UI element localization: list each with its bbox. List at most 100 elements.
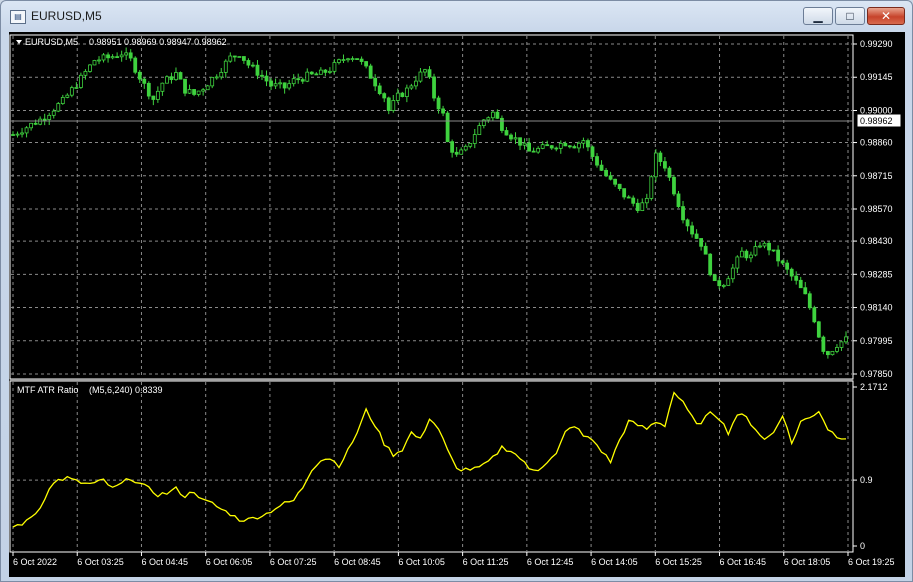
time-tick-label: 6 Oct 16:45: [720, 557, 767, 567]
candle-body: [178, 72, 183, 80]
candle-body: [835, 347, 839, 352]
candle-body: [42, 118, 47, 121]
candle-body: [296, 78, 301, 81]
candle-body: [24, 127, 29, 134]
candle-body: [201, 89, 206, 92]
candle-body: [88, 64, 92, 72]
candle-body: [672, 176, 676, 195]
candle-body: [386, 97, 391, 111]
candle-body: [155, 90, 160, 100]
time-tick-label: 6 Oct 18:05: [784, 557, 831, 567]
candle-body: [355, 58, 359, 61]
candle-body: [119, 54, 124, 58]
candle-body: [509, 134, 513, 140]
candle-body: [160, 82, 165, 92]
candle-body: [549, 145, 554, 149]
candle-body: [287, 83, 292, 89]
candle-body: [414, 80, 418, 87]
current-price-label: 0.98962: [860, 116, 893, 126]
candle-body: [744, 250, 749, 259]
price-tick-label: 0.98285: [860, 269, 893, 279]
candle-body: [522, 142, 527, 146]
time-tick-label: 6 Oct 06:05: [206, 557, 253, 567]
price-tick-label: 0.98860: [860, 138, 893, 148]
main-panel-frame: [9, 34, 854, 380]
candle-body: [622, 188, 627, 198]
candle-body: [644, 197, 649, 204]
candle-body: [839, 341, 844, 348]
time-tick-label: 6 Oct 2022: [13, 557, 57, 567]
candle-body: [305, 71, 310, 82]
candle-body: [663, 161, 667, 169]
candle-body: [328, 70, 332, 73]
candle-body: [373, 77, 378, 87]
candle-body: [472, 134, 477, 144]
candle-body: [169, 76, 174, 81]
grid: [11, 36, 852, 551]
candle-body: [20, 132, 24, 135]
candle-body: [418, 71, 423, 82]
atr-line-layer: [12, 391, 847, 528]
maximize-button[interactable]: □: [835, 7, 865, 25]
candle-body: [255, 64, 260, 76]
candle-body: [151, 95, 156, 100]
candle-body: [241, 56, 246, 61]
candle-body: [617, 183, 622, 190]
candle-body: [459, 149, 464, 155]
candle-body: [604, 169, 608, 177]
chart-window-icon: ▤: [10, 10, 26, 24]
candle-body: [825, 351, 830, 356]
candle-body: [29, 122, 34, 129]
candle-body: [395, 92, 400, 101]
candle-body: [251, 64, 255, 67]
candle-body: [527, 142, 531, 152]
candle-body: [685, 219, 690, 227]
dropdown-triangle-icon[interactable]: [16, 40, 22, 44]
chart-canvas[interactable]: 0.992900.991450.990000.988600.987150.985…: [9, 32, 905, 577]
time-tick-label: 6 Oct 04:45: [141, 557, 188, 567]
candle-body: [210, 76, 215, 87]
candle-body: [359, 58, 364, 62]
candle-body: [377, 85, 382, 95]
candle-body: [807, 293, 812, 309]
candle-body: [780, 260, 785, 264]
candle-body: [536, 147, 541, 153]
candle-body: [595, 156, 599, 166]
maximize-icon: □: [846, 9, 854, 23]
time-tick-label: 6 Oct 08:45: [334, 557, 381, 567]
candle-body: [346, 58, 350, 61]
title-bar[interactable]: ▤ EURUSD,M5 ▁ □ ✕: [1, 1, 912, 31]
candle-body: [33, 122, 38, 125]
candle-body: [278, 82, 283, 85]
candle-body: [518, 137, 522, 146]
close-button[interactable]: ✕: [867, 7, 905, 25]
minimize-button[interactable]: ▁: [803, 7, 833, 25]
candle-body: [635, 202, 640, 211]
symbol-label: EURUSD,M5: [25, 37, 78, 47]
candle-body: [690, 225, 694, 235]
candle-body: [776, 249, 780, 262]
candle-body: [282, 82, 287, 89]
candle-body: [65, 94, 70, 98]
time-tick-label: 6 Oct 14:05: [591, 557, 638, 567]
candle-body: [137, 71, 142, 80]
candle-body: [454, 151, 459, 155]
candle-body: [739, 250, 744, 258]
candle-body: [540, 144, 545, 149]
chart-area[interactable]: 0.99290 0.99145 0.99000 0.98860 0.98715 0.985…: [9, 32, 905, 577]
time-tick-label: 6 Oct 15:25: [655, 557, 702, 567]
candle-body: [382, 93, 387, 99]
candle-body: [608, 175, 613, 180]
candle-body: [368, 65, 373, 79]
window-title: EURUSD,M5: [31, 9, 102, 23]
candle-body: [586, 140, 590, 148]
time-tick-label: 6 Oct 03:25: [77, 557, 124, 567]
candle-body: [92, 60, 97, 66]
candle-body: [699, 238, 704, 247]
price-tick-label: 0.98570: [860, 204, 893, 214]
time-axis: 6 Oct 2022 6 Oct 03:25 6 Oct 04:45 6 Oct 06…: [12, 552, 895, 567]
price-tick-label: 0.98430: [860, 236, 893, 246]
indicator-tick-label: 0.9: [860, 475, 873, 485]
candle-body: [432, 76, 436, 99]
candle-body: [450, 141, 455, 153]
